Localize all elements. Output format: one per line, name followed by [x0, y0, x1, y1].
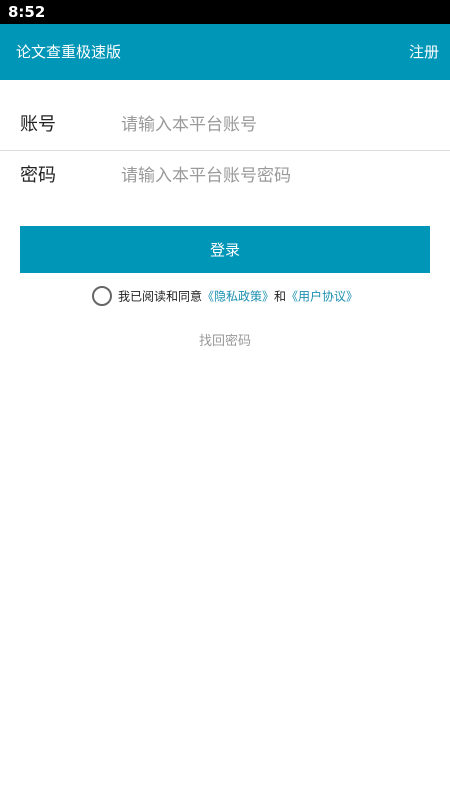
agreement-row: 我已阅读和同意《隐私政策》和《用户协议》	[0, 284, 450, 308]
privacy-policy-link[interactable]: 《隐私政策》	[202, 290, 274, 304]
register-button[interactable]: 注册	[409, 24, 439, 80]
user-agreement-link[interactable]: 《用户协议》	[286, 290, 358, 304]
agree-radio-icon[interactable]	[91, 285, 112, 306]
agreement-connector: 和	[274, 289, 287, 304]
app-title: 论文查重极速版	[16, 43, 122, 61]
account-label: 账号	[20, 114, 56, 135]
account-input[interactable]	[121, 105, 431, 145]
password-input[interactable]	[121, 156, 431, 196]
account-row: 账号	[0, 100, 450, 150]
login-button[interactable]: 登录	[20, 226, 430, 273]
password-row: 密码	[0, 151, 450, 201]
password-label: 密码	[20, 165, 56, 186]
status-time: 8:52	[8, 3, 46, 21]
forgot-password-link[interactable]: 找回密码	[0, 330, 450, 354]
app-bar: 论文查重极速版 注册	[0, 24, 450, 80]
agreement-prefix: 我已阅读和同意	[117, 289, 202, 304]
status-bar: 8:52	[0, 0, 450, 24]
